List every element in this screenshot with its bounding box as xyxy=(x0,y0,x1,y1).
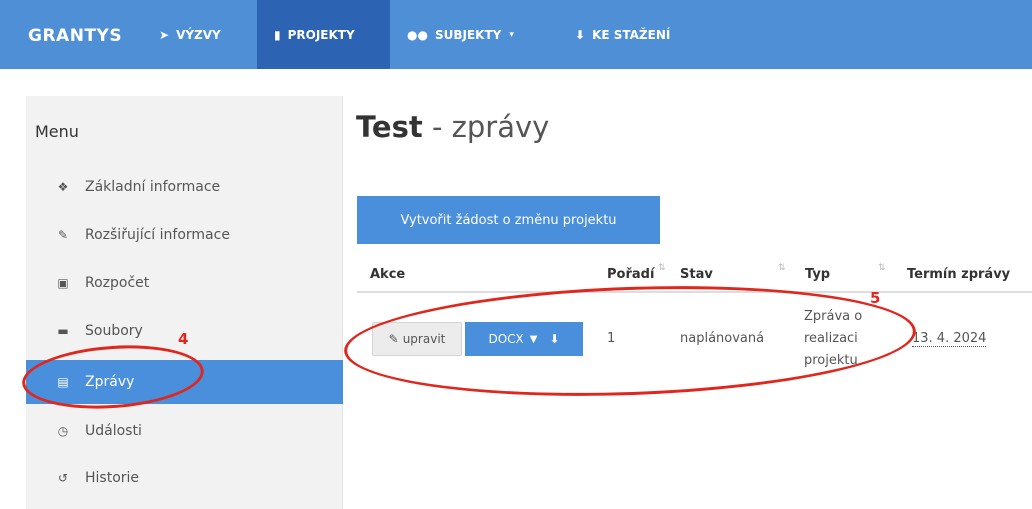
sidebar-item-zakladni-informace[interactable]: ❖ Základní informace xyxy=(26,166,343,208)
info-circle-icon: ❖ xyxy=(57,180,69,194)
brand-logo[interactable]: GRANTYS xyxy=(28,26,122,46)
sidebar-item-rozsirujici-informace[interactable]: ✎ Rozšiřující informace xyxy=(26,214,343,256)
file-icon: ▮ xyxy=(274,27,281,42)
sidebar-item-udalosti[interactable]: ◷ Události xyxy=(26,410,343,452)
annotation-number-5: 5 xyxy=(870,289,881,307)
nav-item-projekty[interactable]: ▮ PROJEKTY xyxy=(257,0,390,69)
annotation-ellipse-row xyxy=(342,277,918,405)
sidebar-item-label: Soubory xyxy=(85,323,143,339)
bullhorn-icon: ➤ xyxy=(159,27,170,42)
page-title: Test - zprávy xyxy=(356,110,549,144)
page-subtitle: - zprávy xyxy=(422,110,550,144)
column-header-akce: Akce xyxy=(370,266,406,282)
sort-icon[interactable]: ⇅ xyxy=(778,263,786,273)
sidebar-item-label: Základní informace xyxy=(85,179,221,195)
nav-item-ke-stazeni[interactable]: ⬇ KE STAŽENÍ xyxy=(575,0,715,69)
users-icon: ●● xyxy=(407,27,428,42)
money-icon: ▣ xyxy=(57,276,69,290)
nav-item-label: VÝZVY xyxy=(176,27,221,42)
column-header-typ[interactable]: Typ xyxy=(805,257,830,291)
clock-icon: ◷ xyxy=(57,424,69,438)
folder-icon: ▬ xyxy=(57,324,69,338)
download-icon: ⬇ xyxy=(575,27,586,42)
history-icon: ↺ xyxy=(57,471,69,485)
sidebar-item-label: Rozšiřující informace xyxy=(85,227,230,243)
project-name: Test xyxy=(356,110,423,144)
nav-item-label: PROJEKTY xyxy=(287,27,355,42)
nav-item-subjekty[interactable]: ●● SUBJEKTY ▾ xyxy=(390,0,550,69)
sidebar-item-label: Rozpočet xyxy=(85,275,150,291)
sidebar-item-rozpocet[interactable]: ▣ Rozpočet xyxy=(26,262,343,304)
nav-item-label: SUBJEKTY xyxy=(434,27,502,42)
annotation-number-4: 4 xyxy=(178,330,189,348)
nav-item-vyzvy[interactable]: ➤ VÝZVY xyxy=(147,0,257,69)
top-navbar: GRANTYS ➤ VÝZVY ▮ PROJEKTY ●● SUBJEKTY ▾… xyxy=(0,0,1032,69)
nav-item-label: KE STAŽENÍ xyxy=(592,27,671,42)
deadline-cell: 13. 4. 2024 xyxy=(912,331,987,347)
sort-icon[interactable]: ⇅ xyxy=(878,263,886,273)
create-change-request-button[interactable]: Vytvořit žádost o změnu projektu xyxy=(357,196,660,244)
sidebar-item-historie[interactable]: ↺ Historie xyxy=(26,457,343,499)
sidebar-item-label: Historie xyxy=(85,470,140,486)
menu-title: Menu xyxy=(35,122,79,141)
sidebar-item-label: Události xyxy=(85,423,142,439)
chevron-down-icon: ▾ xyxy=(509,29,514,40)
edit-icon: ✎ xyxy=(57,228,69,242)
sort-icon[interactable]: ⇅ xyxy=(658,263,666,273)
column-header-termin[interactable]: Termín zprávy xyxy=(907,257,1010,291)
